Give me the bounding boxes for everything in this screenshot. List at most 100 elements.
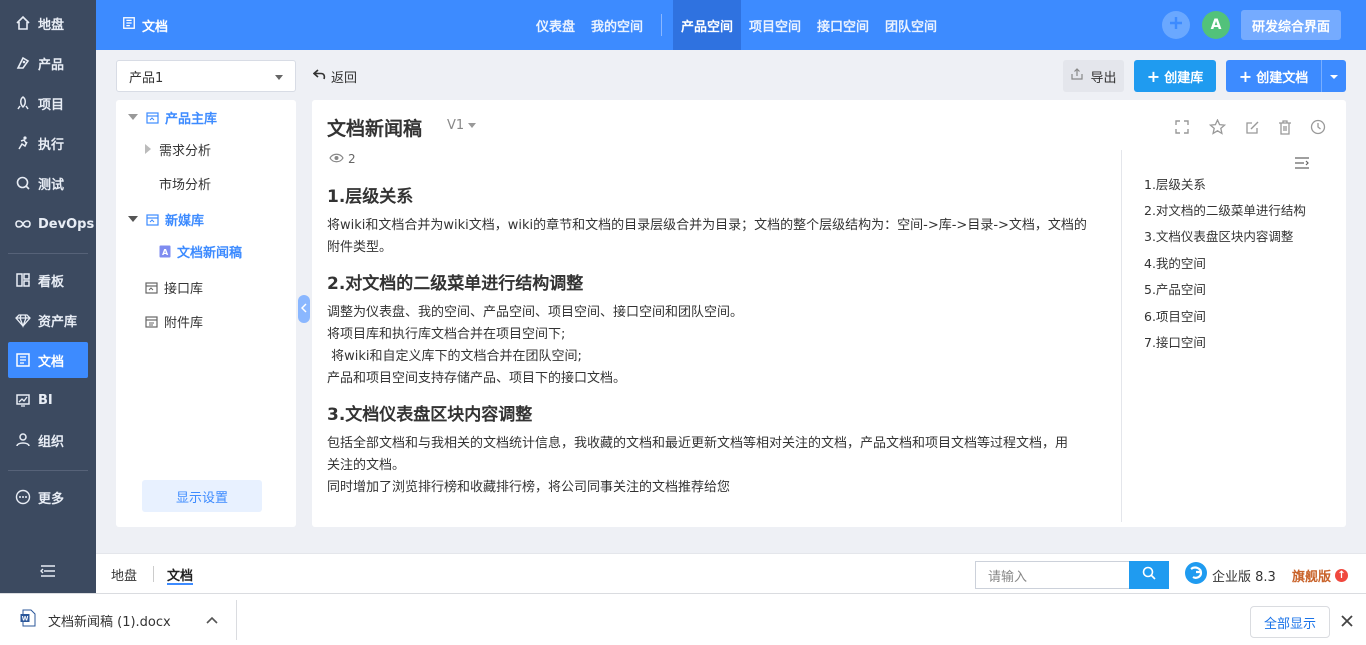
edit-icon[interactable] (1242, 117, 1262, 137)
menu-collapse-icon[interactable] (38, 561, 58, 581)
nav-label: 组织 (38, 434, 65, 450)
create-library-label: 创建库 (1164, 70, 1204, 86)
left-nav: 地盘 产品 项目 执行 测试 DevOps 看板 资产库 文档 BI 组织 更多 (0, 0, 96, 593)
document-icon (122, 16, 142, 34)
export-icon (1070, 67, 1090, 85)
nav-item-devops[interactable]: DevOps (8, 206, 94, 242)
version-label: V1 (447, 118, 465, 133)
create-document-dropdown[interactable] (1322, 60, 1346, 92)
tree-library-new-media[interactable]: 新媒库 (128, 206, 204, 232)
nav-divider (8, 470, 88, 471)
outline-item[interactable]: 3.文档仪表盘区块内容调整 (1144, 223, 1314, 249)
bottom-tab-divider (153, 566, 154, 582)
tab-team-space[interactable]: 团队空间 (877, 0, 945, 50)
trash-icon[interactable] (1275, 117, 1295, 137)
section-heading: 3.文档仪表盘区块内容调整 (327, 405, 533, 425)
product-icon (14, 54, 32, 72)
close-icon[interactable] (1340, 614, 1354, 628)
paragraph-line: 将wiki和文档合并为wiki文档，wiki的章节和文档的目录层级合并为目录；文… (327, 218, 1087, 233)
tree-label: 需求分析 (159, 143, 212, 159)
tab-project-space[interactable]: 项目空间 (741, 0, 809, 50)
export-button[interactable]: 导出 (1063, 60, 1124, 92)
nav-item-test[interactable]: 测试 (8, 165, 88, 201)
paragraph-line: 将wiki和自定义库下的文档合并在团队空间; (327, 349, 582, 364)
nav-item-project[interactable]: 项目 (8, 85, 88, 121)
create-document-button[interactable]: + 创建文档 (1226, 60, 1346, 92)
outline-item[interactable]: 7.接口空间 (1144, 328, 1314, 354)
create-document-label: 创建文档 (1256, 70, 1309, 86)
bottom-tab-home[interactable]: 地盘 (111, 554, 137, 594)
section-heading: 2.对文档的二级菜单进行结构调整 (327, 274, 584, 294)
create-library-button[interactable]: + 创建库 (1134, 60, 1216, 92)
star-icon[interactable] (1207, 117, 1227, 137)
nav-item-execution[interactable]: 执行 (8, 125, 88, 161)
home-icon (14, 14, 32, 32)
quick-create-button[interactable] (1162, 11, 1190, 39)
nav-item-product[interactable]: 产品 (8, 45, 88, 81)
plus-icon: + (1146, 66, 1161, 86)
version-select[interactable]: V1 (447, 118, 477, 133)
avatar[interactable]: A (1202, 11, 1230, 39)
flagship-label: 旗舰版 (1292, 569, 1332, 585)
outline-item[interactable]: 1.层级关系 (1144, 170, 1314, 196)
library-icon (145, 281, 158, 294)
nav-item-organization[interactable]: 组织 (8, 422, 88, 458)
nav-label: DevOps (38, 216, 95, 232)
document-section: 3.文档仪表盘区块内容调整 包括全部文档和与我相关的文档统计信息，我收藏的文档和… (327, 400, 1122, 499)
bottom-tab-document[interactable]: 文档 (167, 554, 194, 594)
tree-library-attachment[interactable]: 附件库 (145, 308, 203, 334)
nav-divider (8, 253, 88, 254)
plus-icon: + (1238, 66, 1253, 86)
kanban-icon (14, 271, 32, 289)
chevron-up-icon[interactable] (205, 613, 219, 627)
search-input[interactable]: 请输入 (975, 561, 1130, 589)
doc-file-icon: A (159, 245, 171, 258)
plus-icon (1168, 15, 1184, 35)
nav-item-kanban[interactable]: 看板 (8, 262, 88, 298)
nav-item-asset[interactable]: 资产库 (8, 302, 88, 338)
document-section: 2.对文档的二级菜单进行结构调整 调整为仪表盘、我的空间、产品空间、项目空间、接… (327, 269, 1122, 390)
flagship-link[interactable]: 旗舰版 ↑ (1292, 563, 1349, 587)
tab-dashboard[interactable]: 仪表盘 (528, 0, 583, 50)
paragraph-line: 附件类型。 (327, 240, 393, 255)
tree-library-product-main[interactable]: 产品主库 (128, 104, 217, 130)
expand-icon (128, 114, 138, 120)
create-document-main[interactable]: + 创建文档 (1226, 60, 1322, 92)
tab-product-space[interactable]: 产品空间 (673, 0, 742, 50)
outline-item[interactable]: 2.对文档的二级菜单进行结构 (1144, 196, 1314, 222)
history-icon[interactable] (1308, 117, 1328, 137)
tree-library-api[interactable]: 接口库 (145, 274, 203, 300)
outline-item[interactable]: 5.产品空间 (1144, 276, 1314, 302)
project-icon (14, 94, 32, 112)
fullscreen-icon[interactable] (1172, 117, 1192, 137)
tree-item-press-release[interactable]: A 文档新闻稿 (159, 238, 242, 264)
download-item[interactable]: W 文档新闻稿 (1).docx (20, 594, 171, 645)
display-settings-button[interactable]: 显示设置 (142, 480, 262, 512)
tab-api-space[interactable]: 接口空间 (809, 0, 877, 50)
nav-label: BI (38, 392, 53, 408)
edition-label: 企业版 8.3 (1212, 569, 1276, 585)
paragraph-line: 调整为仪表盘、我的空间、产品空间、项目空间、接口空间和团队空间。 (327, 305, 744, 320)
nav-label: 地盘 (38, 17, 65, 33)
bottom-bar: 地盘 文档 请输入 企业版 8.3 旗舰版 ↑ (96, 553, 1366, 593)
library-icon (146, 213, 159, 226)
outline-item[interactable]: 4.我的空间 (1144, 249, 1314, 275)
tree-item-requirement-analysis[interactable]: 需求分析 (145, 136, 211, 162)
search-button[interactable] (1129, 561, 1169, 589)
back-button[interactable]: 返回 (312, 60, 358, 92)
document-outline: 1.层级关系 2.对文档的二级菜单进行结构 3.文档仪表盘区块内容调整 4.我的… (1144, 170, 1314, 355)
show-all-button[interactable]: 全部显示 (1250, 606, 1330, 638)
rd-interface-button[interactable]: 研发综合界面 (1241, 10, 1341, 40)
nav-item-document[interactable]: 文档 (8, 342, 88, 378)
tree-item-market-analysis[interactable]: 市场分析 (159, 170, 211, 196)
nav-item-more[interactable]: 更多 (8, 479, 88, 515)
nav-item-home[interactable]: 地盘 (8, 5, 88, 41)
collapse-icon (145, 144, 151, 154)
back-label: 返回 (331, 70, 358, 86)
sidebar-collapse-handle[interactable] (298, 295, 310, 323)
product-select[interactable]: 产品1 (116, 60, 296, 92)
nav-item-bi[interactable]: BI (8, 382, 88, 418)
outline-item[interactable]: 6.项目空间 (1144, 302, 1314, 328)
download-divider (236, 600, 237, 640)
tab-my-space[interactable]: 我的空间 (583, 0, 651, 50)
